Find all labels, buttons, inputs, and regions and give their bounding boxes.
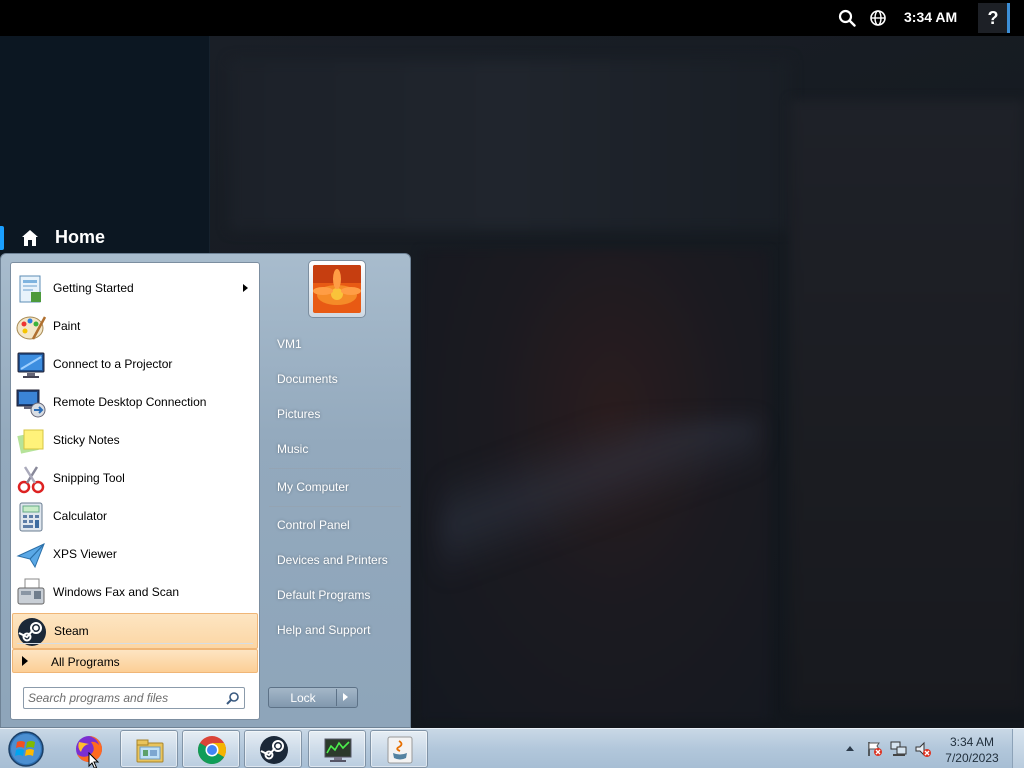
all-programs-button[interactable]: All Programs (12, 649, 258, 673)
flower-picture (313, 265, 361, 313)
program-windows-fax-scan[interactable]: Windows Fax and Scan (12, 575, 258, 611)
submenu-arrow-icon (243, 284, 248, 292)
start-search-box[interactable] (23, 687, 245, 709)
program-label: XPS Viewer (53, 547, 117, 561)
program-xps-viewer[interactable]: XPS Viewer (12, 537, 258, 573)
help-button-accent (1007, 3, 1010, 33)
home-label: Home (55, 227, 106, 247)
help-button[interactable]: ? (978, 3, 1008, 33)
link-my-computer[interactable]: My Computer (277, 480, 349, 494)
getting-started-icon (19, 275, 41, 303)
steam-top-bar: 3:34 AM ? (0, 0, 1024, 36)
link-help-support[interactable]: Help and Support (277, 623, 370, 637)
program-label: Remote Desktop Connection (53, 395, 207, 409)
sticky-notes-icon (17, 429, 44, 454)
program-calculator[interactable]: Calculator (12, 499, 258, 535)
right-pane-divider (269, 506, 401, 507)
link-documents[interactable]: Documents (277, 372, 338, 386)
taskbar-chrome[interactable] (182, 730, 240, 768)
nav-active-indicator (0, 226, 4, 250)
search-icon[interactable] (838, 9, 856, 27)
taskbar-steam[interactable] (244, 730, 302, 768)
all-programs-label: All Programs (51, 655, 120, 669)
program-list-pane: Getting Started Paint Connect to a Proje… (10, 262, 260, 720)
program-snipping-tool[interactable]: Snipping Tool (12, 461, 258, 497)
program-label: Sticky Notes (53, 433, 120, 447)
program-label: Steam (54, 624, 89, 638)
java-icon (387, 736, 413, 764)
start-orb-icon[interactable] (4, 730, 48, 768)
show-desktop-button[interactable] (1012, 729, 1024, 768)
steam-tile-art (440, 420, 760, 580)
clock-time: 3:34 AM (949, 735, 995, 749)
program-label: Getting Started (53, 281, 134, 295)
taskbar-task-manager[interactable] (308, 730, 366, 768)
program-label: Paint (53, 319, 81, 333)
paint-icon (16, 316, 47, 340)
program-label: Snipping Tool (53, 471, 125, 485)
chrome-icon (198, 736, 226, 764)
shutdown-options-arrow-icon[interactable] (343, 693, 348, 701)
lock-button[interactable]: Lock (268, 687, 358, 708)
system-clock[interactable]: 3:34 AM 7/20/2023 (940, 734, 1004, 766)
steam-game-tile-2 (790, 100, 1024, 710)
calculator-icon (19, 502, 43, 532)
steam-clock: 3:34 AM (904, 9, 958, 25)
snipping-tool-icon (17, 466, 45, 494)
program-list-divider (17, 643, 253, 644)
program-remote-desktop[interactable]: Remote Desktop Connection (12, 385, 258, 421)
fax-scan-icon (17, 578, 45, 605)
taskbar-java[interactable] (370, 730, 428, 768)
link-user-folder[interactable]: VM1 (277, 337, 302, 351)
program-getting-started[interactable]: Getting Started (12, 271, 258, 307)
clock-date: 7/20/2023 (945, 751, 999, 765)
program-label: Calculator (53, 509, 108, 523)
mouse-cursor-icon (88, 752, 100, 768)
xps-viewer-icon (16, 543, 45, 569)
file-explorer-icon (136, 739, 164, 763)
arrow-right-icon (22, 656, 28, 666)
network-icon[interactable] (890, 740, 908, 758)
taskbar: 3:34 AM 7/20/2023 (0, 728, 1024, 768)
action-center-flag-icon[interactable] (866, 740, 884, 758)
start-menu: Getting Started Paint Connect to a Proje… (0, 253, 411, 728)
taskbar-file-explorer[interactable] (120, 730, 178, 768)
globe-icon[interactable] (869, 9, 887, 27)
link-devices-printers[interactable]: Devices and Printers (277, 553, 388, 567)
remote-desktop-icon (16, 389, 46, 418)
program-paint[interactable]: Paint (12, 309, 258, 345)
program-label: Windows Fax and Scan (53, 585, 180, 599)
home-icon (22, 230, 38, 246)
lock-label: Lock (290, 691, 316, 705)
link-control-panel[interactable]: Control Panel (277, 518, 350, 532)
projector-icon (17, 352, 45, 378)
program-label: Connect to a Projector (53, 357, 173, 371)
link-music[interactable]: Music (277, 442, 308, 456)
steam-hero-banner (230, 60, 790, 230)
flower-icon (313, 265, 361, 313)
program-connect-projector[interactable]: Connect to a Projector (12, 347, 258, 383)
lock-divider (336, 689, 337, 706)
show-hidden-icons-icon[interactable] (846, 746, 854, 751)
steam-nav-home[interactable]: Home (0, 224, 210, 252)
user-avatar[interactable] (308, 260, 366, 318)
program-sticky-notes[interactable]: Sticky Notes (12, 423, 258, 459)
magnifier-icon[interactable] (226, 691, 240, 705)
link-pictures[interactable]: Pictures (277, 407, 320, 421)
link-default-programs[interactable]: Default Programs (277, 588, 370, 602)
right-pane-divider (269, 468, 401, 469)
task-manager-icon (324, 738, 352, 762)
steam-icon (260, 736, 288, 764)
volume-muted-icon[interactable] (914, 740, 932, 758)
search-input[interactable] (28, 690, 218, 706)
